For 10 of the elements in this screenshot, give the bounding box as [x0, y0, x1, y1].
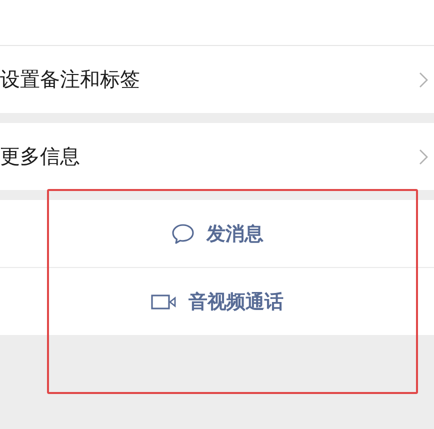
chevron-icon — [419, 148, 428, 164]
video-camera-icon — [150, 294, 176, 310]
speech-bubble-icon — [170, 222, 194, 244]
row-label: 设置备注和标签 — [0, 66, 140, 93]
action-button[interactable]: 发消息 — [0, 200, 434, 267]
row-label: 更多信息 — [0, 143, 80, 170]
menu-row[interactable]: 更多信息 — [0, 123, 434, 190]
chevron-icon — [419, 72, 428, 88]
menu-row[interactable]: 设置备注和标签 — [0, 46, 434, 113]
action-button[interactable]: 音视频通话 — [0, 267, 434, 335]
